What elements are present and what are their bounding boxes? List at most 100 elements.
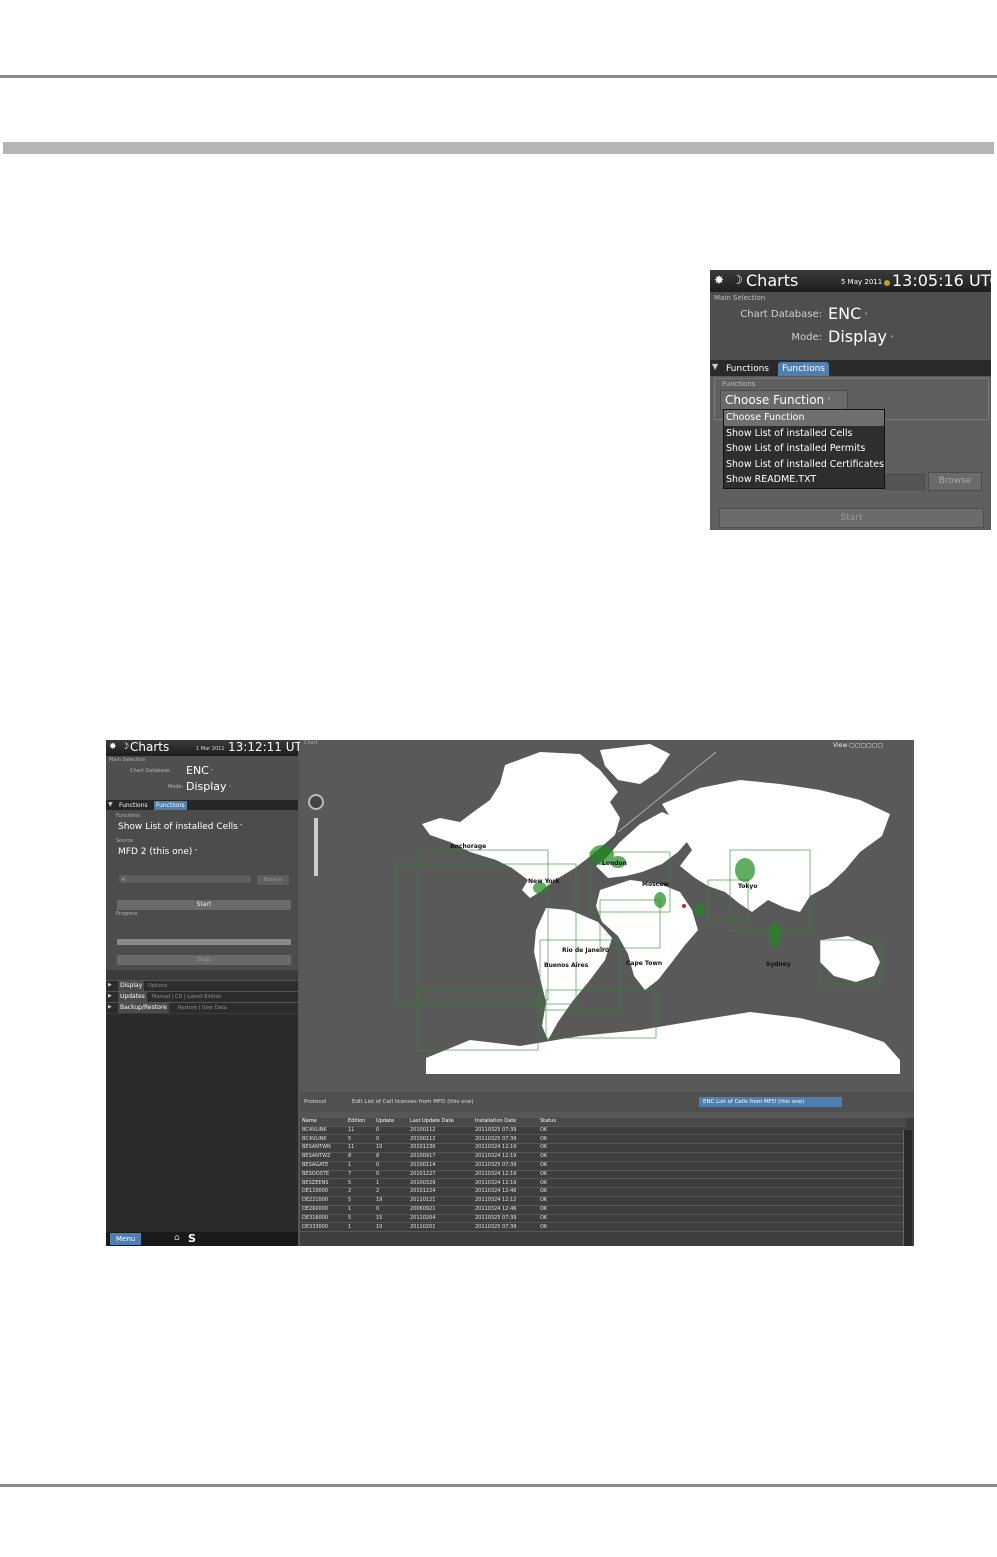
- city-anchorage: Anchorage: [450, 843, 487, 850]
- landmass-africa: [596, 880, 698, 990]
- cell-update: 2: [376, 1188, 380, 1195]
- chart-database-select[interactable]: ENC ˅: [828, 304, 868, 323]
- menu-button[interactable]: Menu: [110, 1233, 142, 1245]
- file-slider[interactable]: <: [118, 874, 252, 884]
- table-row[interactable]: BESZEENS 5 1 20100329 20110324 12:19 OK: [300, 1180, 906, 1189]
- section-display-sub: Options: [148, 983, 168, 989]
- col-name[interactable]: Name: [302, 1118, 317, 1125]
- expand-triangle-icon: ▶: [108, 993, 112, 999]
- sun-icon[interactable]: ✸: [109, 742, 117, 752]
- table-row[interactable]: DE316000 5 15 20110204 20110325 07:39 OK: [300, 1215, 906, 1224]
- file-path-field[interactable]: [885, 474, 925, 490]
- cell-last-update: 20100112: [410, 1126, 436, 1133]
- main-selection-panel: Main Selection Chart Database: ENC ˅ Mod…: [106, 756, 298, 800]
- moon-icon[interactable]: ☽: [732, 273, 743, 287]
- zoom-slider[interactable]: [314, 818, 318, 876]
- collapse-triangle-icon[interactable]: ▼: [712, 362, 718, 371]
- menu-item-installed-permits[interactable]: Show List of installed Permits: [724, 441, 884, 457]
- browse-button[interactable]: Browse: [256, 874, 290, 886]
- cell-update: 15: [376, 1214, 383, 1221]
- menu-item-readme[interactable]: Show README.TXT: [724, 472, 884, 488]
- section-band: [3, 142, 994, 154]
- tab-functions[interactable]: Functions: [722, 362, 773, 376]
- table-header: Name Edition Update Last Update Date Ins…: [300, 1118, 906, 1127]
- cell-list-table: Name Edition Update Last Update Date Ins…: [300, 1118, 914, 1246]
- table-row[interactable]: BESAGATE 1 0 20100114 20110325 07:39 OK: [300, 1162, 906, 1171]
- table-row[interactable]: BC4VLINK 11 0 20100112 20110325 07:39 OK: [300, 1127, 906, 1136]
- section-updates[interactable]: ▶ Updates Manual | CD | Latest Edition: [106, 991, 298, 1002]
- table-scrollbar[interactable]: [903, 1130, 912, 1246]
- view-toolbar[interactable]: View ▢▢▢▢▢▢: [833, 742, 883, 749]
- choose-function-dropdown[interactable]: Choose Function ˅: [720, 390, 848, 410]
- col-edition[interactable]: Edition: [348, 1118, 365, 1125]
- city-tokyo: Tokyo: [738, 883, 758, 890]
- col-update[interactable]: Update: [376, 1118, 394, 1125]
- cell-edition: 5: [348, 1214, 352, 1221]
- city-moscow: Moscow: [642, 881, 669, 888]
- table-row[interactable]: DE333000 1 10 20110201 20110325 07:39 OK: [300, 1224, 906, 1233]
- protocol-filter[interactable]: Protocol: [304, 1099, 326, 1105]
- source-select[interactable]: MFD 2 (this one) ˅: [118, 847, 197, 857]
- section-backup-restore[interactable]: ▶ Backup/Restore Restore | User Data: [106, 1002, 298, 1013]
- left-panel-empty-area: [106, 1014, 298, 1232]
- table-row[interactable]: BESANTWN 11 10 20101230 20110324 12:19 OK: [300, 1144, 906, 1153]
- left-panel: ✸ ☽ Charts 1 Mar 2011 13:12:11 UTC Main …: [106, 740, 310, 1246]
- cell-update: 19: [376, 1197, 383, 1204]
- cell-last-update: 20100917: [410, 1153, 436, 1160]
- sun-icon[interactable]: ✸: [714, 273, 724, 287]
- menu-item-installed-certificates[interactable]: Show List of installed Certificates: [724, 457, 884, 473]
- start-button[interactable]: Start: [719, 508, 984, 528]
- chart-database-select[interactable]: ENC ˅: [186, 764, 214, 777]
- home-icon[interactable]: ⌂: [174, 1233, 180, 1243]
- mode-value: Display: [186, 780, 227, 793]
- col-status[interactable]: Status: [540, 1118, 556, 1125]
- city-cape-town: Cape Town: [626, 960, 663, 967]
- pan-control-icon[interactable]: [308, 794, 324, 810]
- start-button[interactable]: Start: [116, 899, 292, 911]
- section-display[interactable]: ▶ Display Options: [106, 980, 298, 991]
- tab-functions-active[interactable]: Functions: [154, 801, 187, 810]
- cell-install-date: 20110324 12:46: [475, 1188, 517, 1195]
- cell-list-selected-tab[interactable]: ENC List of Cells from MFD (this one): [699, 1097, 842, 1107]
- status-dot-icon: [884, 280, 890, 286]
- footer-rule: [0, 1484, 997, 1487]
- menu-item-installed-cells[interactable]: Show List of installed Cells: [724, 426, 884, 442]
- stop-button[interactable]: Stop: [116, 954, 292, 966]
- mode-select[interactable]: Display ˅: [828, 327, 894, 346]
- table-row[interactable]: DE260000 1 0 20060921 20110324 12:46 OK: [300, 1206, 906, 1215]
- table-row[interactable]: DE110000 2 2 20101224 20110324 12:46 OK: [300, 1188, 906, 1197]
- landmass-antarctica: [426, 1012, 900, 1074]
- cell-status: OK: [540, 1179, 548, 1186]
- menu-item-choose-function[interactable]: Choose Function: [724, 410, 884, 426]
- table-row[interactable]: BC4VLINK 5 0 20100112 20110325 07:39 OK: [300, 1136, 906, 1145]
- chart-map-view[interactable]: Chart Anchorage London Moscow New York T…: [300, 740, 914, 1092]
- cell-last-update: 20101227: [410, 1170, 436, 1177]
- main-selection-label: Main Selection: [714, 294, 766, 302]
- function-select[interactable]: Show List of installed Cells ˅: [118, 822, 243, 832]
- tab-functions-active[interactable]: Functions: [778, 362, 829, 376]
- mode-select[interactable]: Display ˅: [186, 780, 231, 793]
- expand-triangle-icon: ▶: [108, 1004, 112, 1010]
- table-row[interactable]: DE221000 5 19 20110121 20110324 12:12 OK: [300, 1197, 906, 1206]
- cell-name: BESAGATE: [302, 1162, 329, 1168]
- tab-functions[interactable]: Functions: [117, 801, 150, 810]
- col-install-date[interactable]: Installation Date: [475, 1118, 516, 1125]
- cell-install-date: 20110324 12:19: [475, 1170, 517, 1177]
- collapse-triangle-icon[interactable]: ▼: [108, 801, 113, 808]
- edit-license-list[interactable]: Edit List of Cell licenses from MFD (thi…: [352, 1099, 473, 1105]
- cell-status: OK: [540, 1170, 548, 1177]
- cell-name: BESZEENS: [302, 1179, 329, 1186]
- app-title: Charts: [130, 740, 170, 754]
- table-row[interactable]: BESOOSTE 7 0 20101227 20110324 12:19 OK: [300, 1171, 906, 1180]
- cell-install-date: 20110325 07:39: [475, 1223, 517, 1230]
- cell-edition: 1: [348, 1162, 352, 1168]
- cell-install-date: 20110324 12:12: [475, 1197, 517, 1204]
- browse-button[interactable]: Browse: [928, 472, 982, 491]
- clock-label: 13:05:16 UTC: [892, 271, 991, 290]
- cell-update: 10: [376, 1223, 383, 1230]
- mode-label: Mode:: [791, 332, 822, 343]
- section-updates-sub: Manual | CD | Latest Edition: [152, 994, 222, 1000]
- moon-icon[interactable]: ☽: [121, 742, 129, 752]
- col-last-update[interactable]: Last Update Date: [410, 1118, 454, 1125]
- table-row[interactable]: BESANTWZ 8 8 20100917 20110324 12:19 OK: [300, 1153, 906, 1162]
